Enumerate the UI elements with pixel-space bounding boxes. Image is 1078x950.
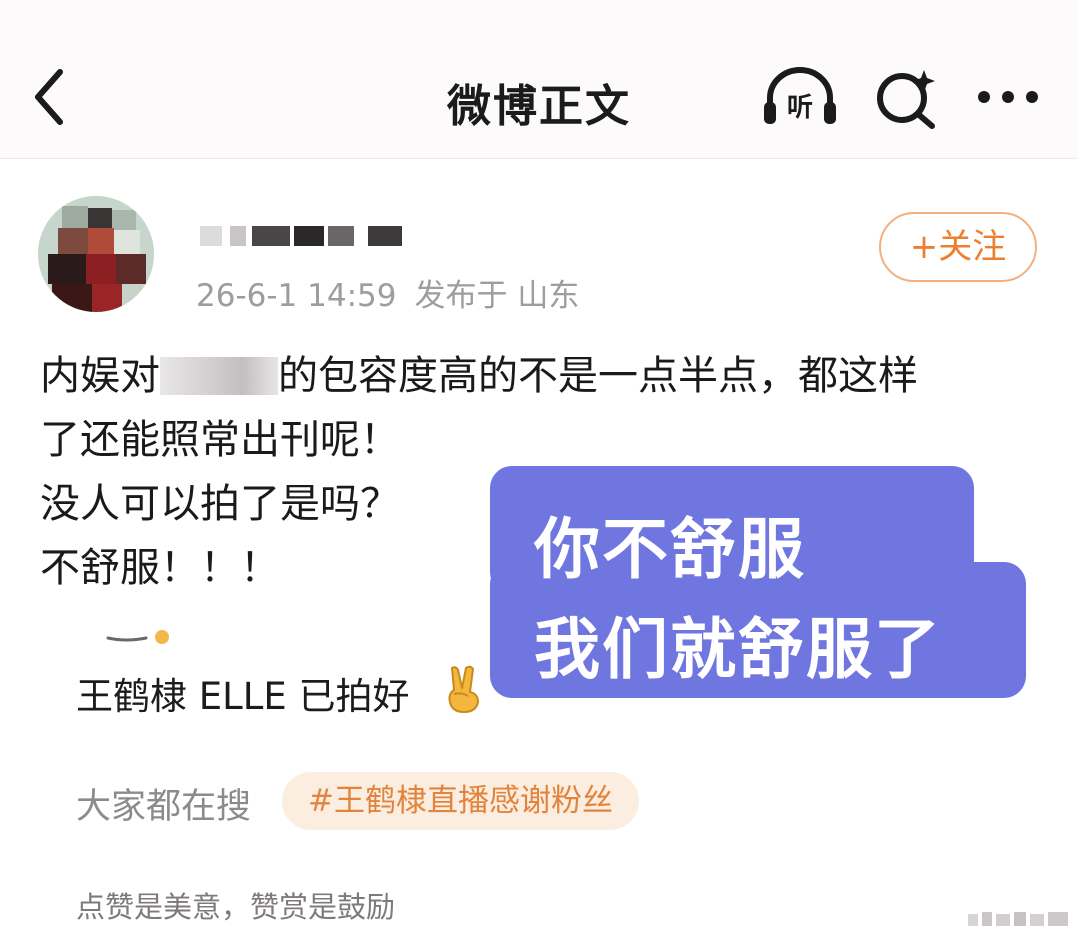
trending-label: 大家都在搜 [76,787,252,827]
avatar[interactable] [38,196,154,312]
post-date: 26-6-1 14:59 [196,278,397,314]
post-meta: 26-6-1 14:59 发布于 山东 [196,270,597,315]
sticker-line-2: 我们就舒服了 [534,611,942,688]
quoted-text[interactable]: 王鹤棣 ELLE 已拍好 [76,666,410,720]
cropped-content-fragment [106,630,169,644]
username-redacted[interactable] [200,218,410,252]
redacted-name [160,357,278,395]
victory-hand-emoji [448,665,479,713]
reward-note: 点赞是美意，赞赏是鼓励 [76,890,396,924]
listen-button[interactable]: 听 [760,64,840,130]
search-sparkle-icon[interactable] [872,64,940,130]
headphones-listen-icon: 听 [764,67,836,124]
top-navigation-bar: 微博正文 听 [0,0,1078,159]
post-line-2: 了还能照常出刊呢！ [40,417,400,463]
listen-label: 听 [787,93,813,123]
trending-topic-chip[interactable]: #王鹤棣直播感谢粉丝 [282,772,639,830]
follow-button[interactable]: +关注 [879,212,1037,282]
weibo-post-page: 微博正文 听 26-6-1 14:59 发布于 山东 +关注 内娱对 的包容度高… [0,0,1078,950]
post-line-1-start: 内娱对 [40,353,160,399]
watermark [968,912,1068,926]
sticker-line-1: 你不舒服 [534,511,806,588]
more-dots-icon[interactable] [972,80,1044,114]
post-location: 发布于 山东 [414,278,580,314]
overlay-caption-sticker: 你不舒服 我们就舒服了 [490,466,1026,698]
post-line-1: 内娱对 的包容度高的不是一点半点，都这样 [40,344,1020,408]
post-line-1-end: 的包容度高的不是一点半点，都这样 [278,353,918,399]
